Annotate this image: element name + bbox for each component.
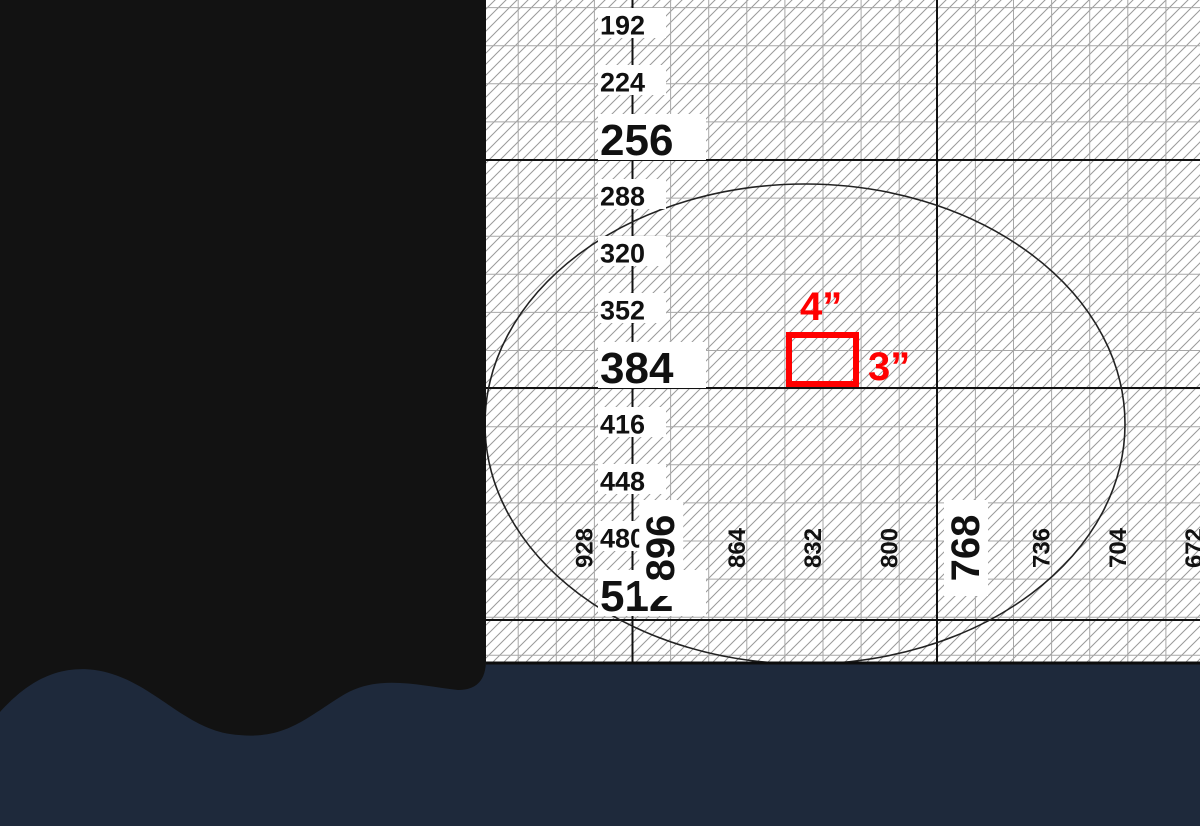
y-tick-label: 448 xyxy=(600,467,645,497)
x-tick-label: 928 xyxy=(572,528,599,568)
y-tick-label: 256 xyxy=(600,116,673,165)
x-tick-label: 704 xyxy=(1105,527,1132,568)
x-tick-label: 864 xyxy=(724,527,751,568)
width-label: 4” xyxy=(800,285,842,329)
y-tick-label: 352 xyxy=(600,296,645,326)
y-tick-label: 224 xyxy=(600,68,645,98)
y-tick-label: 416 xyxy=(600,410,645,440)
scene: 192224256288320352384416448480512 928 896… xyxy=(0,0,1200,826)
y-tick-label: 320 xyxy=(600,239,645,269)
y-tick-label: 192 xyxy=(600,11,645,41)
x-tick-label: 736 xyxy=(1029,528,1056,568)
height-label: 3” xyxy=(868,345,910,389)
x-tick-label: 672 xyxy=(1181,528,1200,568)
dark-panel xyxy=(0,0,486,736)
x-tick-label: 896 xyxy=(639,515,683,582)
y-tick-label: 384 xyxy=(600,344,674,393)
x-tick-label: 800 xyxy=(876,528,903,568)
x-tick-label: 768 xyxy=(944,515,988,582)
y-tick-label: 288 xyxy=(600,182,645,212)
x-tick-label: 832 xyxy=(800,528,827,568)
